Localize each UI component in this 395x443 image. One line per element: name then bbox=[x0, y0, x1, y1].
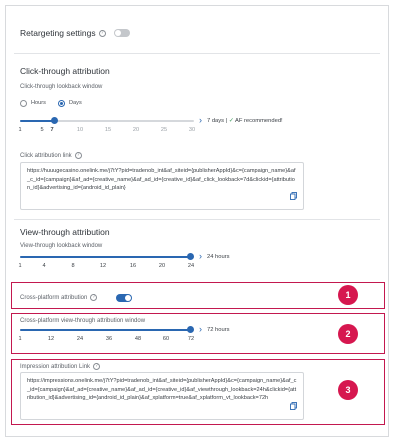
radio-hours-label: Hours bbox=[31, 100, 46, 106]
recommended-text: AF recommended! bbox=[234, 118, 283, 124]
chevron-right-icon: › bbox=[199, 115, 202, 125]
tick-label: 10 bbox=[76, 127, 84, 133]
click-section-title: Click-through attribution bbox=[20, 66, 110, 76]
impression-label: Impression attribution Link bbox=[20, 364, 91, 371]
check-icon: ✓ bbox=[228, 118, 234, 124]
help-icon[interactable]: ? bbox=[74, 152, 82, 159]
toggle-knob bbox=[115, 30, 121, 36]
click-attribution-link[interactable]: https://huuugecasino.onelink.me/j7tY?pid… bbox=[20, 162, 304, 210]
cross-platform-toggle[interactable] bbox=[116, 294, 132, 302]
tick-label: 24 bbox=[187, 263, 195, 269]
tick-label-selected: 7 bbox=[50, 127, 54, 133]
slider-fill bbox=[20, 329, 191, 331]
retargeting-label: Retargeting settings bbox=[20, 28, 96, 38]
divider bbox=[14, 53, 380, 54]
tick-label: 8 bbox=[71, 263, 75, 269]
copy-icon[interactable] bbox=[290, 402, 297, 410]
tick-label: 48 bbox=[134, 336, 142, 342]
slider-thumb[interactable] bbox=[187, 326, 194, 333]
callout-badge-2: 2 bbox=[338, 324, 358, 344]
tick-label: 1 bbox=[18, 127, 22, 133]
cp-window-label: Cross-platform view-through attribution … bbox=[20, 318, 146, 324]
radio-days[interactable] bbox=[58, 100, 65, 107]
tick-label: 20 bbox=[158, 263, 166, 269]
tick-label: 12 bbox=[99, 263, 107, 269]
tick-label: 60 bbox=[162, 336, 170, 342]
cross-platform-label: Cross-platform attribution bbox=[20, 295, 88, 302]
radio-days-label: Days bbox=[69, 100, 82, 106]
callout-badge-3: 3 bbox=[338, 380, 358, 400]
chevron-right-icon: › bbox=[199, 324, 202, 334]
tick-label: 15 bbox=[104, 127, 112, 133]
radio-hours[interactable] bbox=[20, 100, 27, 107]
impression-row: Impression attribution Link? bbox=[20, 363, 101, 371]
toggle-knob bbox=[125, 295, 131, 301]
tick-label: 36 bbox=[105, 336, 113, 342]
copy-icon[interactable] bbox=[290, 192, 297, 200]
callout-badge-1: 1 bbox=[338, 285, 358, 305]
tick-label: 12 bbox=[47, 336, 55, 342]
view-window-label: View-through lookback window bbox=[20, 243, 103, 249]
click-link-text: https://huuugecasino.onelink.me/j7tY?pid… bbox=[27, 168, 296, 192]
click-link-row: Click attribution link? bbox=[20, 152, 82, 159]
tick-label: 72 bbox=[187, 336, 195, 342]
impression-link-text: https://impressions.onelink.me/j7tY?pid=… bbox=[27, 378, 297, 402]
help-icon[interactable]: ? bbox=[90, 294, 98, 301]
cross-platform-row: Cross-platform attribution? bbox=[20, 294, 98, 302]
view-slider-value: 24 hours bbox=[207, 254, 230, 260]
help-icon[interactable]: ? bbox=[93, 363, 101, 370]
tick-label: 24 bbox=[76, 336, 84, 342]
chevron-right-icon: › bbox=[199, 251, 202, 261]
tick-label: 20 bbox=[132, 127, 140, 133]
slider-fill bbox=[20, 256, 191, 258]
impression-attribution-link[interactable]: https://impressions.onelink.me/j7tY?pid=… bbox=[20, 372, 304, 420]
click-window-label: Click-through lookback window bbox=[20, 84, 103, 90]
click-link-label: Click attribution link bbox=[20, 153, 72, 160]
tick-label: 5 bbox=[40, 127, 44, 133]
settings-panel: Retargeting settings? Click-through attr… bbox=[5, 5, 389, 437]
retargeting-row: Retargeting settings? bbox=[20, 28, 106, 38]
tick-label: 4 bbox=[42, 263, 46, 269]
tick-label: 1 bbox=[18, 263, 22, 269]
click-days-text: 7 days | bbox=[207, 118, 228, 124]
slider-thumb[interactable] bbox=[187, 253, 194, 260]
help-icon[interactable]: ? bbox=[98, 30, 106, 38]
slider-fill bbox=[20, 120, 55, 122]
divider bbox=[14, 219, 380, 220]
tick-label: 30 bbox=[188, 127, 196, 133]
tick-label: 16 bbox=[129, 263, 137, 269]
tick-label: 25 bbox=[160, 127, 168, 133]
view-section-title: View-through attribution bbox=[20, 227, 110, 237]
click-slider-value: 7 days | ✓ AF recommended! bbox=[207, 118, 283, 124]
tick-label: 1 bbox=[18, 336, 22, 342]
slider-thumb[interactable] bbox=[51, 117, 58, 124]
cp-slider-value: 72 hours bbox=[207, 327, 230, 333]
retargeting-toggle[interactable] bbox=[114, 29, 130, 37]
